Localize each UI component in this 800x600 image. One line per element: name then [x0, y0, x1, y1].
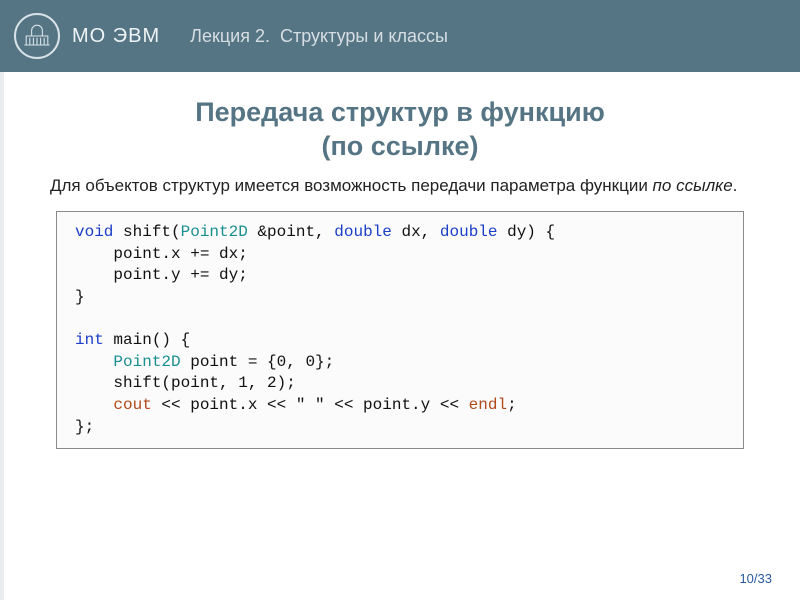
left-edge-decoration [0, 72, 4, 600]
university-logo-icon [14, 13, 60, 59]
code-text: point = {0, 0}; [181, 353, 335, 371]
code-block: void shift(Point2D &point, double dx, do… [56, 211, 744, 449]
code-line: } [75, 288, 85, 306]
kw-int: int [75, 331, 104, 349]
code-text: dx, [392, 223, 440, 241]
lecture-name: Структуры и классы [280, 26, 448, 46]
code-text: shift( [113, 223, 180, 241]
code-line: shift(point, 1, 2); [75, 374, 296, 392]
title-line-2: (по ссылке) [321, 131, 478, 161]
type-point2d: Point2D [181, 223, 248, 241]
lecture-number: Лекция 2. [190, 26, 270, 46]
code-text: ; [507, 396, 517, 414]
code-text: &point, [248, 223, 334, 241]
building-icon [19, 18, 55, 54]
desc-part-2: . [733, 176, 738, 195]
title-line-1: Передача структур в функцию [195, 97, 605, 127]
desc-emphasis: по ссылке [653, 176, 733, 195]
code-line: }; [75, 418, 94, 436]
slide-content: Передача структур в функцию (по ссылке) … [0, 72, 800, 449]
page-number: 10/33 [739, 571, 772, 586]
code-text: dy) { [498, 223, 556, 241]
slide-header: МО ЭВМ Лекция 2. Структуры и классы [0, 0, 800, 72]
code-text: << point.x << " " << point.y << [152, 396, 469, 414]
kw-void: void [75, 223, 113, 241]
kw-cout: cout [113, 396, 151, 414]
slide-title: Передача структур в функцию (по ссылке) [50, 96, 750, 164]
kw-double: double [440, 223, 498, 241]
slide-description: Для объектов структур имеется возможност… [50, 174, 750, 198]
kw-double: double [334, 223, 392, 241]
code-line: point.y += dy; [75, 266, 248, 284]
kw-endl: endl [469, 396, 507, 414]
lecture-title: Лекция 2. Структуры и классы [190, 26, 448, 47]
code-text: main() { [104, 331, 190, 349]
desc-part-1: Для объектов структур имеется возможност… [50, 176, 653, 195]
page-total: 33 [758, 571, 772, 586]
code-indent [75, 396, 113, 414]
code-indent [75, 353, 113, 371]
brand-text: МО ЭВМ [72, 25, 160, 48]
type-point2d: Point2D [113, 353, 180, 371]
code-line: point.x += dx; [75, 245, 248, 263]
page-current: 10 [739, 571, 753, 586]
